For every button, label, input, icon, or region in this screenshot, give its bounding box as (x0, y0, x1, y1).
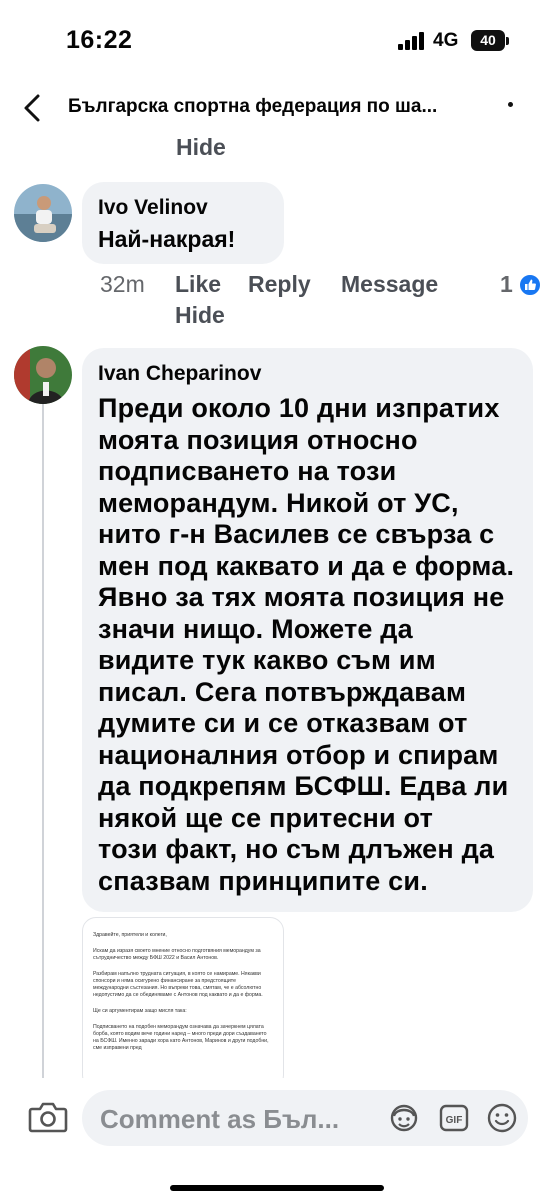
comment-bubble: Ivan Cheparinov Преди около 10 дни изпра… (82, 348, 533, 912)
thread-line (42, 404, 44, 1094)
signal-icon (398, 32, 428, 50)
dot-icon (508, 102, 513, 107)
comment-line: някой ще се притесни от (98, 802, 433, 833)
network-label: 4G (433, 30, 459, 51)
avatar-ivo-velinov[interactable] (14, 184, 72, 242)
comment-line: Явно за тях моята позиция не (98, 582, 505, 612)
comment-line: значи нищо. Можете да (98, 613, 413, 644)
page-title[interactable]: Българска спортна федерация по ша... (68, 96, 488, 118)
hide-replies-link[interactable]: Hide (175, 302, 225, 329)
header-bar: Българска спортна федерация по ша... (0, 80, 554, 136)
comment-actions: 32m Like Reply Message 1 (100, 271, 550, 301)
document-paragraph: Здравейте, приятели и колеги, (93, 932, 167, 938)
user-photo-icon (14, 184, 72, 242)
reaction-count[interactable]: 1 (500, 271, 513, 298)
emoji-button[interactable] (486, 1102, 518, 1134)
reply-button[interactable]: Reply (248, 271, 311, 298)
status-time: 16:22 (66, 26, 133, 54)
attached-document-image[interactable]: Здравейте, приятели и колеги, Искам да и… (82, 917, 284, 1089)
document-paragraph: Подписването на подобен меморандум означ… (93, 1024, 269, 1051)
avatar-ivan-cheparinov[interactable] (14, 346, 72, 404)
comment-text: Преди около 10 дни изпратих моята позици… (98, 393, 530, 897)
comment-line: моята позиция относно (98, 424, 418, 455)
comment-line: меморандум. Никой от УС, (98, 487, 459, 518)
comment-line: думите си и се отказвам от (98, 708, 468, 738)
chevron-left-icon (24, 94, 40, 122)
status-bar: 16:22 4G 40 (0, 0, 554, 80)
comment-text: Най-накрая! (98, 226, 236, 252)
comment-line: мен под каквато и да е форма. (98, 550, 515, 581)
comment-input[interactable]: Comment as Бъл... GIF (82, 1090, 528, 1146)
comment-placeholder: Comment as Бъл... (100, 1104, 340, 1134)
user-photo-icon (14, 346, 72, 404)
comment-composer-bar: Comment as Бъл... GIF (0, 1078, 554, 1200)
comment-line: писал. Сега потвърждавам (98, 676, 467, 707)
more-options-button[interactable] (508, 102, 530, 110)
document-paragraph: Ще си аргументирам защо мисля така: (93, 1008, 187, 1014)
like-button[interactable]: Like (175, 271, 221, 298)
message-button[interactable]: Message (341, 271, 438, 298)
hide-replies-link[interactable]: Hide (176, 134, 226, 161)
comment-author[interactable]: Ivan Cheparinov (98, 362, 261, 386)
comment-line: спазвам принципите си. (98, 865, 428, 896)
comment-time: 32m (100, 271, 145, 297)
comment-line: видите тук какво съм им (98, 645, 436, 675)
avatar-sticker-icon (390, 1104, 418, 1132)
comment-line: този факт, но съм длъжен да (98, 834, 495, 864)
svg-text:GIF: GIF (446, 1115, 463, 1126)
back-button[interactable] (18, 90, 52, 126)
gif-button[interactable]: GIF (438, 1102, 470, 1134)
comment-author[interactable]: Ivo Velinov (98, 196, 208, 220)
smiley-icon (487, 1103, 517, 1133)
comment-line: националния отбор и спирам (98, 739, 499, 770)
comment-line: подписването на този (98, 456, 397, 486)
gif-icon: GIF (439, 1104, 469, 1132)
home-indicator (170, 1185, 384, 1191)
comment-line: нито г-н Василев се свърза с (98, 519, 495, 549)
comment-line: да подкрепям БСФШ. Едва ли (98, 771, 509, 801)
camera-icon (28, 1102, 68, 1133)
avatar-sticker-button[interactable] (388, 1102, 420, 1134)
document-paragraph: Искам да изразя своето мнение относно по… (93, 948, 261, 961)
comment-bubble: Ivo Velinov Най-накрая! (82, 182, 284, 264)
battery-tip (506, 37, 509, 45)
camera-button[interactable] (28, 1100, 68, 1134)
comment-line: Преди около 10 дни изпратих (98, 393, 500, 423)
document-paragraph: Разбирам напълно трудната ситуация, в ко… (93, 971, 263, 998)
battery-icon: 40 (471, 30, 505, 51)
like-reaction-icon (518, 273, 542, 303)
